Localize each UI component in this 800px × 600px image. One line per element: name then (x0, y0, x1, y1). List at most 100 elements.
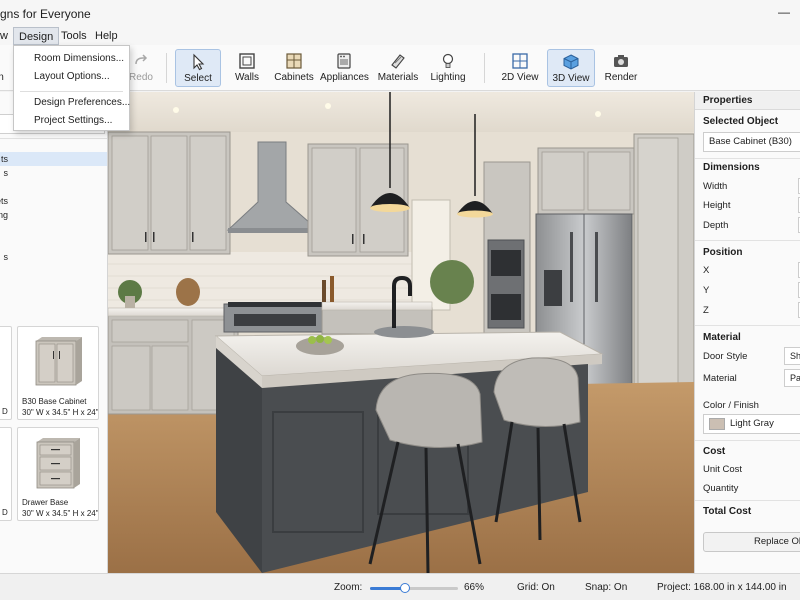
unit-cost-label: Unit Cost (703, 464, 743, 475)
lighting-tool-button[interactable]: Lighting (428, 49, 468, 87)
tree-item[interactable]: ts (0, 152, 107, 166)
card-dimensions: D (2, 407, 8, 416)
design-dropdown-menu: Room Dimensions... Layout Options... Des… (13, 45, 130, 131)
position-y-label: Y (703, 285, 710, 296)
menu-tools[interactable]: Tools (56, 27, 92, 45)
section-divider (695, 240, 800, 241)
minimize-button[interactable]: — (776, 5, 792, 19)
cutting-board (176, 278, 200, 306)
catalog-card[interactable]: D (0, 427, 12, 521)
materials-icon (391, 54, 405, 69)
walls-tool-button[interactable]: Walls (228, 49, 266, 87)
depth-label: Depth (703, 220, 729, 231)
height-label: Height (703, 200, 731, 211)
tree-item[interactable]: ng (0, 208, 107, 222)
card-dimensions: 30" W x 34.5" H x 24" D (22, 408, 99, 417)
tree-item[interactable]: s (0, 166, 107, 180)
3d-view-button[interactable]: 3D View (547, 49, 595, 87)
menu-view[interactable]: w (0, 27, 13, 45)
render-label: Render (604, 72, 638, 83)
menu-item-room-dimensions[interactable]: Room Dimensions... (34, 53, 124, 64)
selected-object-field[interactable]: Base Cabinet (B30) (703, 132, 800, 152)
properties-panel: Properties Selected Object Base Cabinet … (694, 92, 800, 573)
panel-divider (0, 138, 107, 139)
materials-tool-button[interactable]: Materials (376, 49, 420, 87)
tree-item-label: s (3, 252, 9, 262)
tree-item[interactable]: s (0, 250, 107, 264)
appliances-tool-button[interactable]: Appliances (320, 49, 369, 87)
render-button[interactable]: Render (602, 49, 640, 87)
door-style-label: Door Style (703, 351, 748, 362)
tree-item-label: s (3, 168, 9, 178)
material-select[interactable]: Pain (784, 369, 800, 387)
tree-item[interactable]: nets (0, 194, 107, 208)
menu-item-project-settings[interactable]: Project Settings... (34, 115, 112, 126)
catalog-card-b30-base-cabinet[interactable]: B30 Base Cabinet 30" W x 34.5" H x 24" D (17, 326, 99, 420)
select-tool-button[interactable]: Select (175, 49, 221, 87)
grid-2d-icon (512, 53, 528, 69)
properties-header: Properties (695, 92, 800, 110)
base-cabinet-thumbnail (35, 337, 82, 386)
material-label: Material (703, 373, 737, 384)
color-finish-select[interactable]: Light Gray (703, 414, 800, 434)
kitchen-render (108, 92, 694, 573)
menu-design[interactable]: Design (13, 27, 60, 45)
zoom-slider-thumb[interactable] (399, 583, 410, 593)
section-divider (695, 158, 800, 159)
materials-label: Materials (377, 72, 419, 83)
door-style-select[interactable]: Sha (784, 347, 800, 365)
cursor-icon (193, 53, 205, 71)
zoom-value: 66% (464, 582, 485, 593)
section-divider (695, 325, 800, 326)
appliance-icon (337, 53, 351, 69)
position-heading: Position (703, 247, 743, 258)
card-name: B30 Base Cabinet (22, 397, 87, 406)
quantity-label: Quantity (703, 483, 739, 494)
section-divider (695, 440, 800, 441)
cost-heading: Cost (703, 446, 726, 457)
dimensions-heading: Dimensions (703, 162, 760, 173)
window-title: gns for Everyone (0, 7, 91, 21)
grid-status[interactable]: Grid: On (517, 582, 555, 593)
menu-item-layout-options[interactable]: Layout Options... (34, 71, 110, 82)
section-divider (695, 500, 800, 501)
catalog-card-drawer-base[interactable]: Drawer Base 30" W x 34.5" H x 24" D (17, 427, 99, 521)
lightbulb-icon (442, 53, 454, 68)
color-finish-label: Color / Finish (703, 400, 759, 411)
menu-separator (20, 91, 123, 92)
partial-icon (0, 52, 5, 70)
position-z-label: Z (703, 305, 709, 316)
catalog-card[interactable]: D (0, 326, 12, 420)
cube-3d-icon (563, 54, 579, 70)
bar-stool (375, 372, 483, 448)
redo-icon (135, 54, 148, 65)
replace-object-button[interactable]: Replace Obje (703, 532, 800, 552)
cabinet-icon (286, 53, 302, 69)
recessed-light (325, 103, 331, 109)
tree-item-label: ng (0, 210, 8, 220)
3d-view-label: 3D View (552, 73, 590, 84)
zoom-label: Zoom: (334, 582, 363, 593)
project-size: Project: 168.00 in x 144.00 in (657, 582, 787, 593)
color-swatch (709, 418, 725, 430)
recessed-light (173, 107, 179, 113)
tree-item-label: nets (0, 196, 8, 206)
cabinets-tool-button[interactable]: Cabinets (274, 49, 314, 87)
select-label: Select (184, 73, 212, 84)
redo-button[interactable]: Redo (126, 49, 156, 87)
3d-viewport[interactable] (108, 92, 694, 573)
menu-item-design-preferences[interactable]: Design Preferences... (34, 97, 130, 108)
2d-view-button[interactable]: 2D View (498, 49, 542, 87)
status-bar: Zoom: 66% Grid: On Snap: On Project: 168… (0, 573, 800, 600)
bar-stool (493, 357, 581, 428)
total-cost-heading: Total Cost (703, 506, 752, 517)
position-x-label: X (703, 265, 710, 276)
material-heading: Material (703, 332, 741, 343)
snap-status[interactable]: Snap: On (585, 582, 627, 593)
lighting-label: Lighting (430, 72, 466, 83)
menu-help[interactable]: Help (90, 27, 123, 45)
walls-label: Walls (234, 72, 260, 83)
potted-plant (430, 260, 474, 304)
zoom-slider[interactable] (370, 583, 458, 593)
toolbar-cut-button[interactable]: n (0, 49, 6, 87)
